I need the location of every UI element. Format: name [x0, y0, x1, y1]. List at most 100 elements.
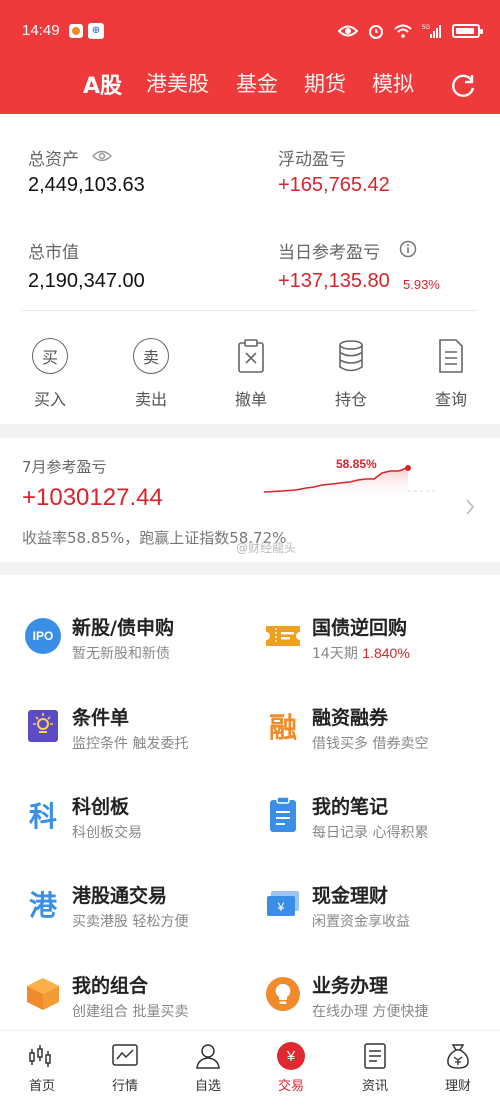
service-subtitle: 创建组合 批量买卖: [72, 1004, 189, 1020]
assets-card: 总资产 2,449,103.63 浮动盈亏 +165,765.42 总市值 2,…: [0, 114, 500, 424]
hk-connect-icon: 港: [28, 889, 57, 922]
total-assets-label: 总资产: [28, 150, 79, 170]
service-hk-connect[interactable]: 港 港股通交易 买卖港股 轻松方便: [24, 877, 264, 937]
service-title: 条件单: [72, 707, 130, 729]
status-bar: 14:49 ⊕ 5G: [0, 0, 500, 62]
service-subtitle: 闲置资金享收益: [312, 914, 410, 930]
buy-label: 买入: [33, 390, 66, 409]
nav-watchlist-label: 自选: [194, 1079, 221, 1094]
tab-hk-us-stocks[interactable]: 港美股: [146, 68, 209, 98]
service-title: 现金理财: [312, 885, 389, 907]
buy-icon: 买: [32, 338, 68, 374]
nav-news[interactable]: 资讯: [345, 1041, 405, 1094]
trade-icon: ¥: [261, 1041, 321, 1071]
app-header: 14:49 ⊕ 5G A股 港美股 基金 期货 模拟: [0, 0, 500, 114]
holdings-button[interactable]: 持仓: [311, 336, 391, 410]
nav-trade[interactable]: ¥ 交易: [261, 1041, 321, 1094]
market-icon: [95, 1041, 155, 1071]
service-title: 港股通交易: [72, 885, 168, 907]
nav-news-label: 资讯: [361, 1079, 388, 1094]
service-reverse-repo[interactable]: 国债逆回购 14天期 1.840%: [264, 609, 500, 669]
wealth-icon: [428, 1041, 488, 1071]
service-condition-order[interactable]: 条件单 监控条件 触发委托: [24, 699, 264, 759]
ipo-icon: IPO: [24, 617, 62, 655]
service-portfolio[interactable]: 我的组合 创建组合 批量买卖: [24, 967, 264, 1027]
service-notes[interactable]: 我的笔记 每日记录 心得积累: [264, 788, 500, 848]
query-button[interactable]: 查询: [411, 336, 491, 410]
star-market-icon: 科: [28, 800, 57, 833]
service-title: 融资融券: [312, 707, 389, 729]
float-pnl-label: 浮动盈亏: [278, 150, 346, 170]
divider: [22, 310, 478, 311]
portfolio-icon: [24, 975, 62, 1013]
sell-button[interactable]: 卖 卖出: [111, 336, 191, 410]
nav-home[interactable]: 首页: [12, 1041, 72, 1094]
market-value-label: 总市值: [28, 243, 79, 263]
wifi-icon: [394, 24, 412, 38]
buy-button[interactable]: 买 买入: [10, 336, 90, 410]
battery-icon: [452, 24, 483, 38]
services-grid: IPO 新股/债申购 暂无新股和新债 国债逆回购 14天期 1.840% 条件单…: [0, 575, 500, 1030]
sell-icon: 卖: [133, 338, 169, 374]
total-assets-value: 2,449,103.63: [28, 174, 145, 196]
monthly-pnl-card[interactable]: 7月参考盈亏 +1030127.44 收益率58.85%，跑赢上证指数58.72…: [0, 438, 500, 562]
nav-wealth-label: 理财: [444, 1079, 471, 1094]
service-title: 国债逆回购: [312, 617, 408, 639]
chevron-right-icon[interactable]: [464, 498, 476, 516]
service-subtitle: 每日记录 心得积累: [312, 825, 429, 841]
refresh-icon[interactable]: [449, 72, 477, 100]
market-tabs: A股 港美股 基金 期货 模拟: [0, 68, 500, 104]
market-value-value: 2,190,347.00: [28, 270, 145, 292]
service-subtitle: 暂无新股和新债: [72, 646, 170, 662]
signal-icon: 5G: [422, 25, 441, 38]
nav-wealth[interactable]: 理财: [428, 1041, 488, 1094]
service-cash-management[interactable]: ¥ 现金理财 闲置资金享收益: [264, 877, 500, 937]
nav-trade-label: 交易: [277, 1079, 304, 1094]
bank-app-icon: ⊕: [88, 23, 104, 39]
service-ipo[interactable]: IPO 新股/债申购 暂无新股和新债: [24, 609, 264, 669]
monthly-pnl-value: +1030127.44: [22, 484, 163, 511]
daily-pnl-label: 当日参考盈亏: [278, 243, 380, 263]
eye-icon: [338, 25, 358, 37]
service-margin-trading[interactable]: 融 融资融券 借钱买多 借券卖空: [264, 699, 500, 759]
service-business[interactable]: 业务办理 在线办理 方便快捷: [264, 967, 500, 1027]
tab-simulation[interactable]: 模拟: [372, 68, 414, 98]
cancel-order-button[interactable]: 撤单: [211, 336, 291, 410]
nav-watchlist[interactable]: 自选: [178, 1041, 238, 1094]
alarm-icon: [369, 25, 383, 39]
service-title: 新股/债申购: [72, 617, 174, 639]
float-pnl-value: +165,765.42: [278, 174, 390, 196]
service-title: 业务办理: [312, 975, 389, 997]
watchlist-icon: [178, 1041, 238, 1071]
tab-a-shares[interactable]: A股: [83, 68, 122, 100]
home-chart-icon: [12, 1041, 72, 1071]
cash-icon: ¥: [264, 885, 302, 923]
service-subtitle: 14天期 1.840%: [312, 645, 410, 662]
query-icon: [439, 339, 463, 373]
tab-funds[interactable]: 基金: [236, 68, 278, 98]
eye-toggle-icon[interactable]: [92, 149, 112, 163]
svg-text:¥: ¥: [277, 900, 285, 914]
svg-text:5G: 5G: [422, 25, 430, 31]
status-icons: 5G: [338, 20, 483, 42]
notes-icon: [264, 796, 302, 834]
margin-icon: 融: [268, 711, 297, 744]
nav-home-label: 首页: [28, 1079, 55, 1094]
service-title: 我的笔记: [312, 796, 389, 818]
condition-order-icon: [24, 707, 62, 745]
monthly-chart-percent: 58.85%: [336, 457, 377, 471]
holdings-icon: [339, 340, 363, 372]
service-star-market[interactable]: 科 科创板 科创板交易: [24, 788, 264, 848]
tab-futures[interactable]: 期货: [304, 68, 346, 98]
ticket-icon: [264, 617, 302, 655]
cancel-order-icon: [238, 339, 264, 373]
query-label: 查询: [434, 390, 467, 409]
info-icon[interactable]: [399, 240, 417, 258]
monthly-pnl-title: 7月参考盈亏: [22, 458, 107, 476]
nav-market-label: 行情: [111, 1079, 138, 1094]
news-icon: [345, 1041, 405, 1071]
daily-pnl-percent: 5.93%: [403, 277, 440, 292]
sell-label: 卖出: [134, 390, 167, 409]
nav-market[interactable]: 行情: [95, 1041, 155, 1094]
service-subtitle: 在线办理 方便快捷: [312, 1004, 429, 1020]
